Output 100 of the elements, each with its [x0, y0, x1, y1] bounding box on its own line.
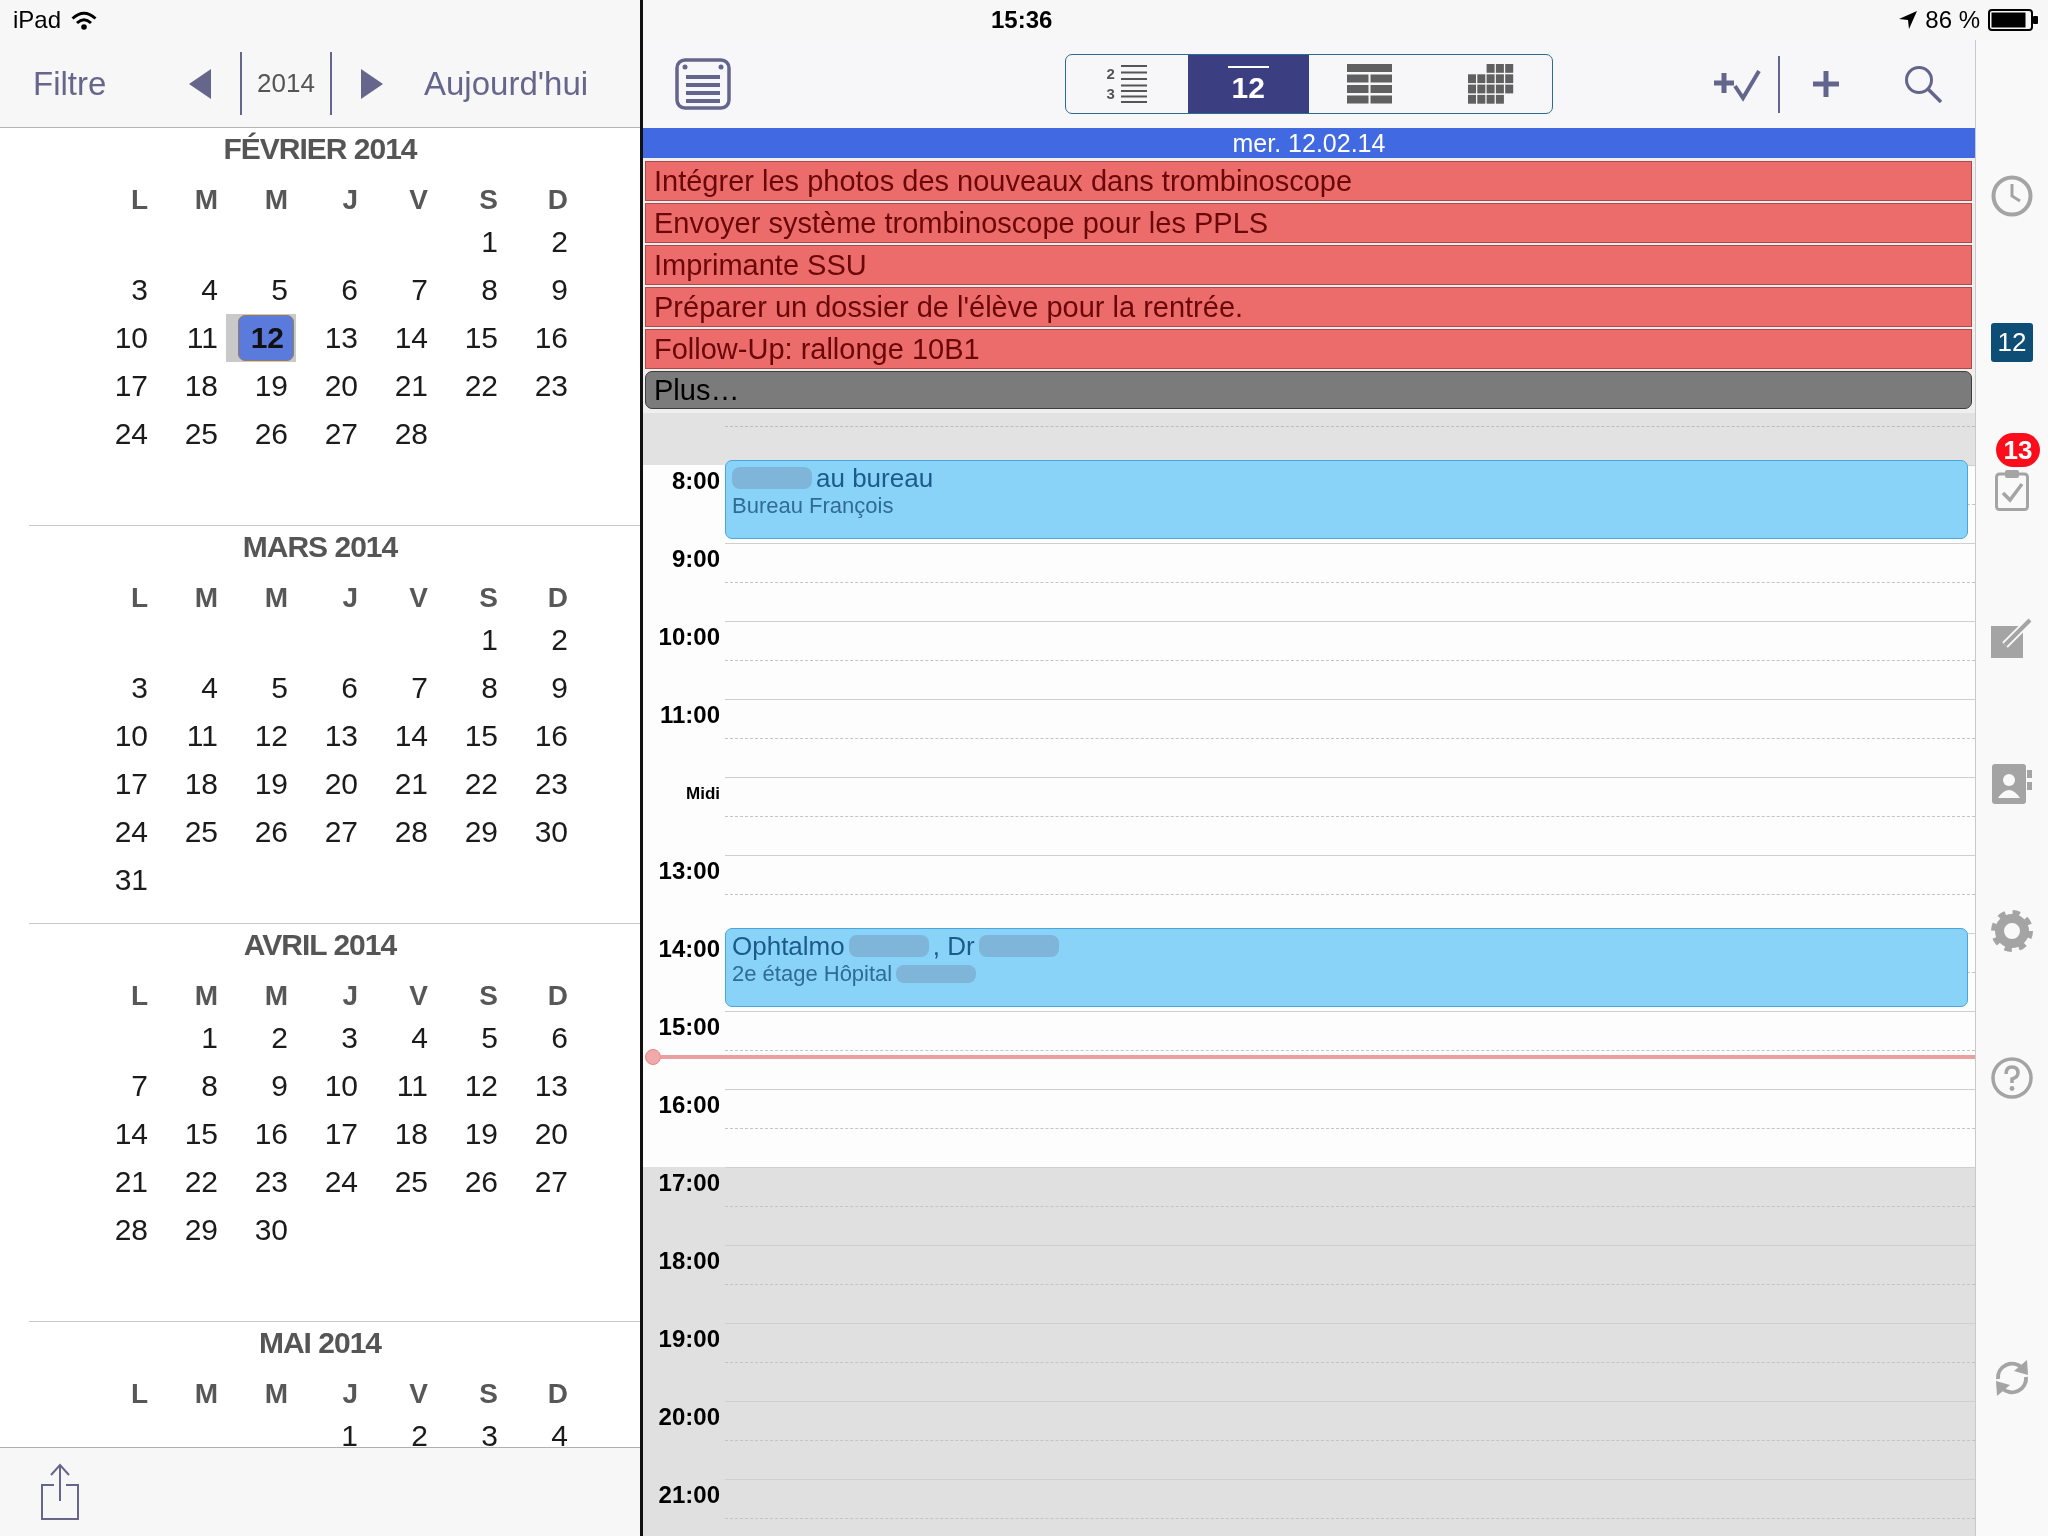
calendar-day[interactable]: 3 [481, 1419, 498, 1447]
calendar-day[interactable]: 2 [551, 225, 568, 259]
calendar-day[interactable]: 19 [464, 1117, 498, 1151]
calendar-day[interactable]: 9 [271, 1069, 288, 1103]
calendar-day[interactable]: 17 [324, 1117, 358, 1151]
calendar-day[interactable]: 25 [394, 1165, 428, 1199]
calendar-day[interactable]: 1 [481, 225, 498, 259]
calendar-day[interactable]: 17 [114, 767, 148, 801]
all-day-task[interactable]: Imprimante SSU [645, 245, 1972, 285]
calendar-day[interactable]: 8 [481, 671, 498, 705]
calendar-day[interactable]: 30 [534, 815, 568, 849]
calendar-day[interactable]: 4 [411, 1021, 428, 1055]
calendar-day[interactable]: 22 [464, 767, 498, 801]
calendar-day[interactable]: 27 [534, 1165, 568, 1199]
calendar-day[interactable]: 24 [324, 1165, 358, 1199]
calendar-day[interactable]: 26 [254, 417, 288, 451]
calendar-day[interactable]: 28 [114, 1213, 148, 1247]
calendar-event[interactable]: Ophtalmo , Dr 2e étage Hôpital [725, 928, 1968, 1007]
today-button[interactable]: Aujourd'hui [424, 63, 589, 104]
calendar-day[interactable]: 23 [534, 369, 568, 403]
calendar-day[interactable]: 16 [254, 1117, 288, 1151]
calendar-day[interactable]: 22 [464, 369, 498, 403]
calendar-day[interactable]: 16 [534, 719, 568, 753]
calendar-day[interactable]: 11 [186, 719, 218, 753]
calendar-day[interactable]: 29 [464, 815, 498, 849]
all-day-task[interactable]: Envoyer système trombinoscope pour les PPLS [645, 203, 1972, 243]
calendar-day[interactable]: 19 [254, 767, 288, 801]
calendar-day[interactable]: 12 [464, 1069, 498, 1103]
view-tab[interactable]: 12 [1187, 55, 1309, 113]
calendar-day[interactable]: 22 [184, 1165, 218, 1199]
all-day-task[interactable]: Préparer un dossier de l'élève pour la rentrée. [645, 287, 1972, 327]
calendar-day[interactable]: 12 [254, 719, 288, 753]
calendar-day[interactable]: 18 [184, 767, 218, 801]
calendar-day[interactable]: 2 [411, 1419, 428, 1447]
calendar-day[interactable]: 6 [341, 273, 358, 307]
calendar-day[interactable]: 11 [396, 1069, 428, 1103]
right-triangle-icon[interactable] [361, 68, 383, 99]
calendar-day[interactable]: 1 [481, 623, 498, 657]
calendar-day[interactable]: 14 [394, 719, 428, 753]
calendar-day[interactable]: 14 [114, 1117, 148, 1151]
clipboard-check-icon[interactable] [1995, 468, 2029, 511]
calendar-day[interactable]: 27 [324, 815, 358, 849]
calendar-day[interactable]: 11 [186, 321, 218, 355]
calendar-day[interactable]: 30 [254, 1213, 288, 1247]
list-icon[interactable] [675, 58, 731, 110]
view-tab[interactable]: 2 3 [1066, 55, 1188, 113]
calendar-day[interactable]: 15 [184, 1117, 218, 1151]
calendar-day[interactable]: 24 [114, 815, 148, 849]
calendar-day[interactable]: 7 [411, 273, 428, 307]
calendar-day[interactable]: 28 [394, 815, 428, 849]
more-button[interactable]: Plus… [645, 371, 1972, 409]
calendar-day[interactable]: 6 [341, 671, 358, 705]
calendar-day[interactable]: 10 [114, 321, 148, 355]
calendar-day[interactable]: 20 [534, 1117, 568, 1151]
calendar-day[interactable]: 17 [114, 369, 148, 403]
calendar-day[interactable]: 2 [271, 1021, 288, 1055]
calendar-day[interactable]: 1 [201, 1021, 218, 1055]
calendar-day[interactable]: 3 [131, 273, 148, 307]
calendar-day[interactable]: 14 [394, 321, 428, 355]
calendar-day[interactable]: 23 [534, 767, 568, 801]
calendar-day[interactable]: 3 [131, 671, 148, 705]
calendar-day[interactable]: 31 [114, 863, 148, 897]
calendar-day[interactable]: 6 [551, 1021, 568, 1055]
all-day-task[interactable]: Intégrer les photos des nouveaux dans trombinoscope [645, 161, 1972, 201]
calendar-day[interactable]: 9 [551, 273, 568, 307]
calendar-day[interactable]: 26 [464, 1165, 498, 1199]
add-icon[interactable] [1812, 70, 1840, 98]
calendar-day[interactable]: 15 [464, 719, 498, 753]
filter-button[interactable]: Filtre [33, 63, 107, 104]
calendar-day[interactable]: 15 [464, 321, 498, 355]
calendar-day[interactable]: 23 [254, 1165, 288, 1199]
calendar-day[interactable]: 19 [254, 369, 288, 403]
calendar-day[interactable]: 4 [201, 671, 218, 705]
calendar-day[interactable]: 29 [184, 1213, 218, 1247]
share-icon[interactable] [39, 1463, 81, 1521]
calendar-day[interactable]: 25 [184, 815, 218, 849]
left-triangle-icon[interactable] [189, 68, 211, 99]
calendar-day[interactable]: 13 [324, 321, 358, 355]
calendar-day[interactable]: 10 [324, 1069, 358, 1103]
calendar-day[interactable]: 12 [237, 315, 294, 361]
calendar-day[interactable]: 20 [324, 767, 358, 801]
calendar-day[interactable]: 20 [324, 369, 358, 403]
calendar-day[interactable]: 21 [394, 767, 428, 801]
calendar-day[interactable]: 1 [341, 1419, 358, 1447]
calendar-day[interactable]: 18 [394, 1117, 428, 1151]
calendar-day[interactable]: 18 [184, 369, 218, 403]
calendar-day[interactable]: 21 [394, 369, 428, 403]
calendar-tab[interactable]: 12 [1991, 323, 2033, 362]
calendar-day[interactable]: 27 [324, 417, 358, 451]
calendar-day[interactable]: 4 [551, 1419, 568, 1447]
calendar-day[interactable]: 3 [341, 1021, 358, 1055]
calendar-day[interactable]: 5 [271, 671, 288, 705]
calendar-day[interactable]: 25 [184, 417, 218, 451]
calendar-day[interactable]: 5 [481, 1021, 498, 1055]
calendar-day[interactable]: 16 [534, 321, 568, 355]
calendar-day[interactable]: 13 [324, 719, 358, 753]
calendar-day[interactable]: 4 [201, 273, 218, 307]
calendar-day[interactable]: 5 [271, 273, 288, 307]
calendar-day[interactable]: 28 [394, 417, 428, 451]
all-day-task[interactable]: Follow-Up: rallonge 10B1 [645, 329, 1972, 369]
